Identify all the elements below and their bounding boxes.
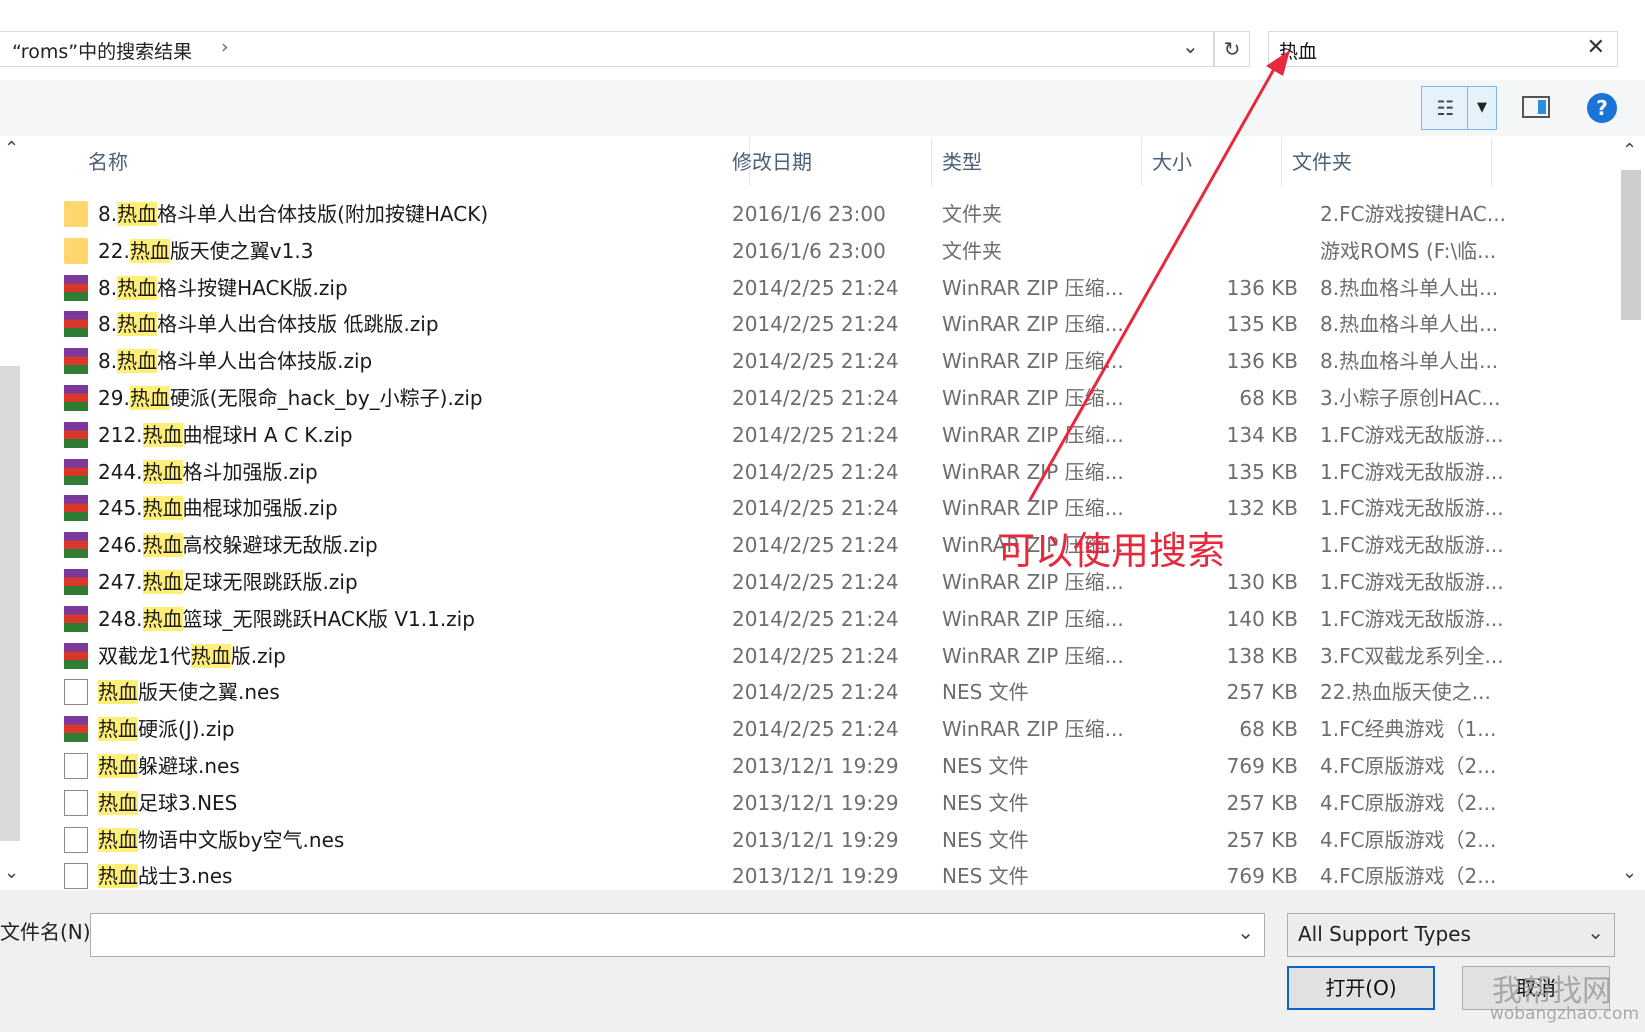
watermark-url: wobangzhao.com (1490, 1004, 1640, 1024)
annotation-arrow (1028, 50, 1290, 501)
annotation-note: 可以使用搜索 (997, 529, 1226, 573)
